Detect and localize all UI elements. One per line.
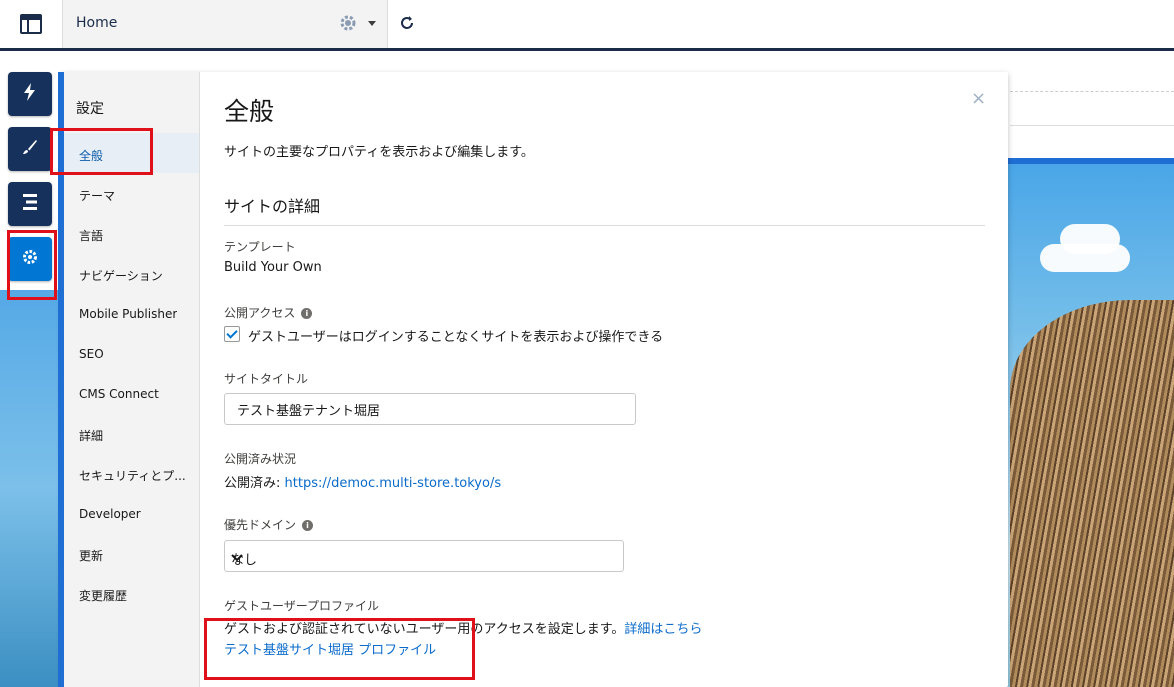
home-label: Home [76,15,118,31]
canvas-image-left [0,290,62,687]
components-button[interactable] [8,72,52,116]
sidebar-item-updates[interactable]: 更新 [62,533,199,573]
settings-sidebar: 設定 全般 テーマ 言語 ナビゲーション Mobile Publisher SE… [62,72,200,687]
site-title-input[interactable] [224,393,636,425]
canvas-umbrella-image [1010,300,1174,687]
sidebar-item-language[interactable]: 言語 [62,213,199,253]
settings-content: 全般 × サイトの主要なプロパティを表示および編集します。 サイトの詳細 テンプ… [200,72,1008,687]
chevron-down-icon[interactable] [368,21,376,26]
section-title: サイトの詳細 [224,197,321,216]
home-page-selector[interactable]: Home [62,0,388,48]
guest-access-checkbox[interactable] [224,326,240,342]
canvas-line [1010,125,1174,126]
page-description: サイトの主要なプロパティを表示および編集します。 [224,145,534,160]
preferred-domain-label: 優先ドメイン i [224,516,314,533]
publish-status-label: 公開済み状況 [224,452,297,466]
sidebar-item-seo[interactable]: SEO [62,333,199,373]
guest-profile-link[interactable]: テスト基盤サイト堀居 プロファイル [224,639,436,658]
settings-panel: 設定 全般 テーマ 言語 ナビゲーション Mobile Publisher SE… [62,72,1008,687]
sidebar-item-change-history[interactable]: 変更履歴 [62,573,199,613]
close-icon[interactable]: × [971,88,986,109]
info-icon[interactable]: i [301,308,313,319]
refresh-icon[interactable] [398,14,416,36]
section-divider [224,225,985,226]
sidebar-item-security[interactable]: セキュリティとプ... [62,453,199,493]
preferred-domain-select[interactable]: なし [224,540,624,572]
lightning-icon [22,83,38,105]
top-bar: Home [0,0,1174,48]
learn-more-link[interactable]: 詳細はこちら [624,622,702,637]
template-label: テンプレート [224,240,296,254]
published-url-link[interactable]: https://democ.multi-store.tokyo/s [285,476,502,491]
sidebar-item-general[interactable]: 全般 [62,133,199,173]
panel-left-edge [58,72,64,687]
brush-icon [22,139,38,159]
canvas-dashed-line [1010,91,1174,92]
sidebar-item-advanced[interactable]: 詳細 [62,413,199,453]
sidebar-item-mobile-publisher[interactable]: Mobile Publisher [62,293,199,333]
guest-profile-label: ゲストユーザープロファイル [224,599,380,613]
site-title-label: サイトタイトル [224,372,309,386]
settings-button[interactable] [8,237,52,281]
public-access-label: 公開アクセス i [224,304,313,321]
guest-profile-description: ゲストおよび認証されていないユーザー用のアクセスを設定します。詳細はこちら [224,622,703,637]
settings-title: 設定 [76,101,104,117]
publish-status-value: 公開済み: https://democ.multi-store.tokyo/s [224,476,502,491]
sidebar-item-theme[interactable]: テーマ [62,173,199,213]
gear-icon [22,249,38,269]
chevron-down-icon [231,551,615,566]
theme-button[interactable] [8,127,52,171]
guest-access-checkbox-label: ゲストユーザーはログインすることなくサイトを表示および操作できる [248,330,664,345]
sidebar-item-cms-connect[interactable]: CMS Connect [62,373,199,413]
page-structure-button[interactable] [8,182,52,226]
info-icon[interactable]: i [302,520,314,531]
page-title: 全般 [224,97,275,126]
template-value: Build Your Own [224,260,322,275]
app-layout-icon[interactable] [0,0,62,48]
list-icon [23,194,37,214]
sidebar-item-developer[interactable]: Developer [62,493,199,533]
sidebar-item-navigation[interactable]: ナビゲーション [62,253,199,293]
page-settings-gear-icon[interactable] [339,14,357,36]
